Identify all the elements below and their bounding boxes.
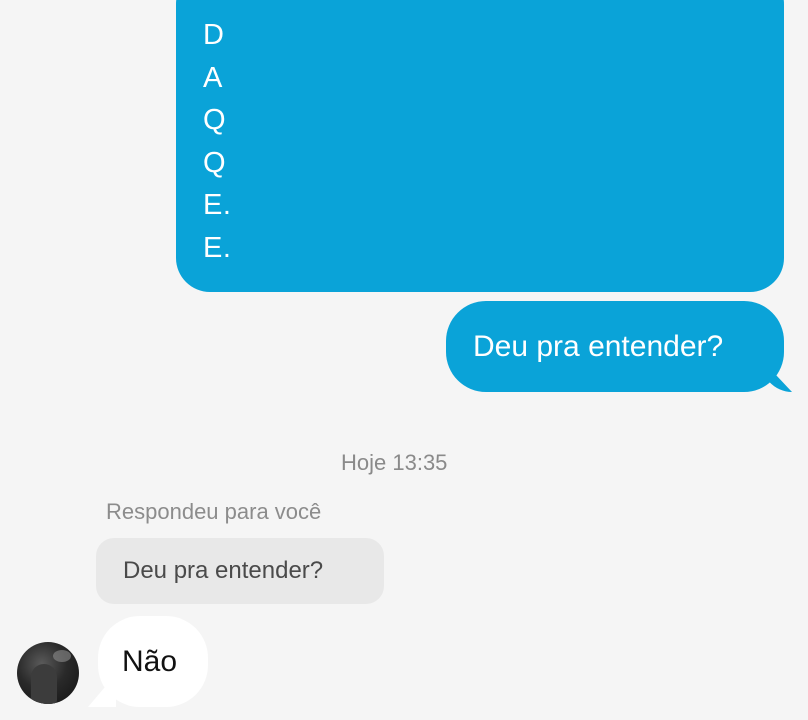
outgoing-message-text: Deu pra entender? bbox=[473, 330, 724, 363]
outgoing-message-bubble-question[interactable]: Deu pra entender? bbox=[446, 301, 784, 392]
letter-line: E. bbox=[203, 231, 232, 264]
letter-line: Q bbox=[203, 146, 227, 179]
letter-line: A bbox=[203, 61, 223, 94]
outgoing-message-bubble-letters[interactable]: D A Q Q E. E. bbox=[176, 0, 784, 292]
avatar-photo-highlight bbox=[53, 650, 71, 662]
letter-line: D bbox=[203, 19, 225, 51]
incoming-message-bubble[interactable]: Não bbox=[98, 616, 208, 707]
letter-line: Q bbox=[203, 104, 227, 136]
quoted-message-preview[interactable]: Deu pra entender? bbox=[96, 538, 384, 604]
letters-list: D A Q Q E. E. bbox=[203, 14, 784, 269]
reply-context-label: Respondeu para você bbox=[106, 499, 322, 524]
avatar-photo-figure bbox=[31, 664, 57, 704]
user-avatar-icon[interactable] bbox=[17, 642, 79, 704]
incoming-message-text: Não bbox=[122, 645, 178, 678]
quoted-message-text: Deu pra entender? bbox=[123, 557, 324, 584]
timestamp-text: Hoje 13:35 bbox=[341, 450, 448, 475]
letter-line: E. bbox=[203, 189, 232, 221]
